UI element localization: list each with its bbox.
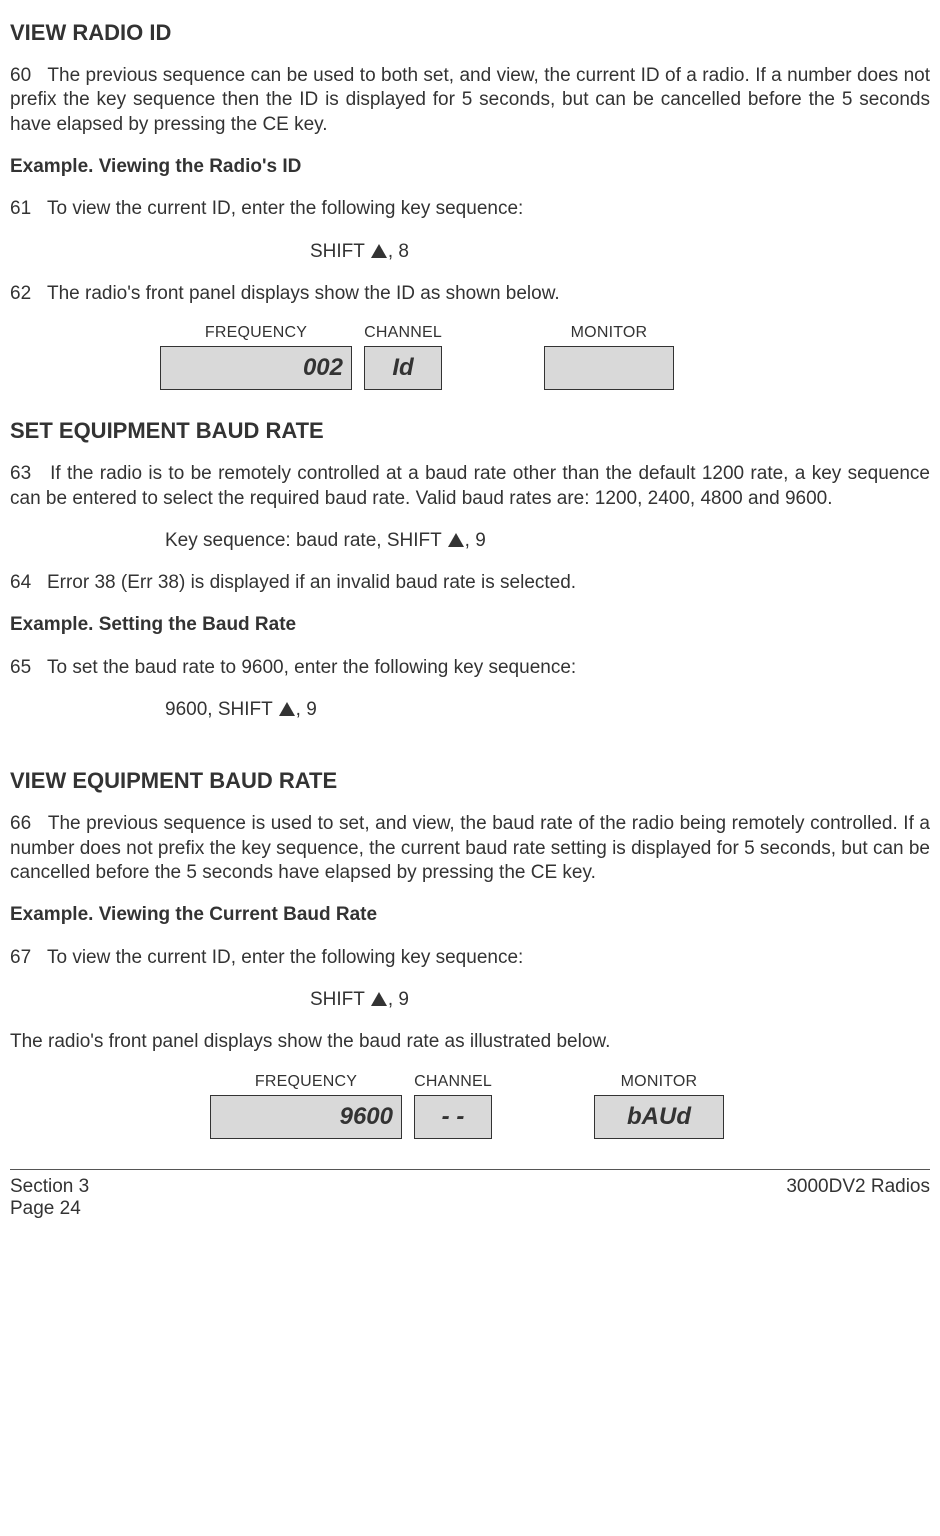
seq-text: 9600, SHIFT: [165, 699, 278, 720]
para-num: 63: [10, 463, 31, 484]
channel-label: CHANNEL: [364, 324, 442, 342]
seq-text: SHIFT: [310, 989, 370, 1010]
key-sequence-3: 9600, SHIFT , 9: [165, 698, 930, 722]
para-text: To view the current ID, enter the follow…: [47, 198, 523, 219]
seq-text: , 8: [388, 241, 409, 262]
para-num: 64: [10, 572, 31, 593]
para-63: 63 If the radio is to be remotely contro…: [10, 462, 930, 511]
example-viewing-baud: Example. Viewing the Current Baud Rate: [10, 903, 930, 927]
para-num: 67: [10, 947, 31, 968]
seq-text: SHIFT: [310, 241, 370, 262]
para-text: The radio's front panel displays show th…: [47, 283, 560, 304]
seq-text: , 9: [296, 699, 317, 720]
frequency-display: 9600: [210, 1095, 402, 1139]
channel-col: CHANNEL Id: [364, 324, 442, 390]
seq-text: , 9: [388, 989, 409, 1010]
footer-right: 3000DV2 Radios: [786, 1176, 930, 1220]
para-num: 66: [10, 813, 31, 834]
para-text: The previous sequence is used to set, an…: [10, 813, 930, 883]
up-triangle-icon: [279, 702, 295, 716]
para-text: Error 38 (Err 38) is displayed if an inv…: [47, 572, 576, 593]
key-sequence-2: Key sequence: baud rate, SHIFT , 9: [165, 529, 930, 553]
key-sequence-1: SHIFT , 8: [310, 240, 930, 264]
frequency-display: 002: [160, 346, 352, 390]
monitor-label: MONITOR: [621, 1073, 698, 1091]
heading-view-radio-id: VIEW RADIO ID: [10, 20, 930, 46]
example-viewing-radio-id: Example. Viewing the Radio's ID: [10, 155, 930, 179]
heading-view-baud: VIEW EQUIPMENT BAUD RATE: [10, 768, 930, 794]
para-num: 61: [10, 198, 31, 219]
footer-left: Section 3 Page 24: [10, 1176, 89, 1220]
up-triangle-icon: [371, 992, 387, 1006]
para-65: 65 To set the baud rate to 9600, enter t…: [10, 656, 930, 680]
para-62: 62 The radio's front panel displays show…: [10, 282, 930, 306]
display-panel-1: FREQUENCY 002 CHANNEL Id MONITOR: [10, 324, 930, 390]
seq-text: Key sequence: baud rate, SHIFT: [165, 530, 447, 551]
para-67: 67 To view the current ID, enter the fol…: [10, 946, 930, 970]
seq-text: , 9: [465, 530, 486, 551]
para-61: 61 To view the current ID, enter the fol…: [10, 197, 930, 221]
frequency-col: FREQUENCY 9600: [210, 1073, 402, 1139]
monitor-col: MONITOR bAUd: [594, 1073, 724, 1139]
monitor-display: bAUd: [594, 1095, 724, 1139]
para-text: To view the current ID, enter the follow…: [47, 947, 523, 968]
channel-display: Id: [364, 346, 442, 390]
up-triangle-icon: [448, 533, 464, 547]
para-64: 64 Error 38 (Err 38) is displayed if an …: [10, 571, 930, 595]
example-setting-baud: Example. Setting the Baud Rate: [10, 613, 930, 637]
up-triangle-icon: [371, 244, 387, 258]
frequency-col: FREQUENCY 002: [160, 324, 352, 390]
para-text: The previous sequence can be used to bot…: [10, 65, 930, 135]
para-66: 66 The previous sequence is used to set,…: [10, 812, 930, 885]
channel-label: CHANNEL: [414, 1073, 492, 1091]
para-after-67: The radio's front panel displays show th…: [10, 1030, 930, 1054]
frequency-label: FREQUENCY: [255, 1073, 357, 1091]
display-panel-2: FREQUENCY 9600 CHANNEL - - MONITOR bAUd: [10, 1073, 930, 1139]
channel-display: - -: [414, 1095, 492, 1139]
monitor-display: [544, 346, 674, 390]
frequency-label: FREQUENCY: [205, 324, 307, 342]
key-sequence-4: SHIFT , 9: [310, 988, 930, 1012]
para-num: 60: [10, 65, 31, 86]
para-text: If the radio is to be remotely controlle…: [10, 463, 930, 508]
footer-divider: [10, 1169, 930, 1170]
footer-section: Section 3: [10, 1176, 89, 1198]
para-num: 62: [10, 283, 31, 304]
footer-page: Page 24: [10, 1198, 89, 1220]
para-60: 60 The previous sequence can be used to …: [10, 64, 930, 137]
page-footer: Section 3 Page 24 3000DV2 Radios: [10, 1176, 930, 1220]
para-num: 65: [10, 657, 31, 678]
monitor-label: MONITOR: [571, 324, 648, 342]
channel-col: CHANNEL - -: [414, 1073, 492, 1139]
para-text: To set the baud rate to 9600, enter the …: [47, 657, 576, 678]
heading-set-baud: SET EQUIPMENT BAUD RATE: [10, 418, 930, 444]
page: VIEW RADIO ID 60 The previous sequence c…: [0, 0, 940, 1230]
monitor-col: MONITOR: [544, 324, 674, 390]
